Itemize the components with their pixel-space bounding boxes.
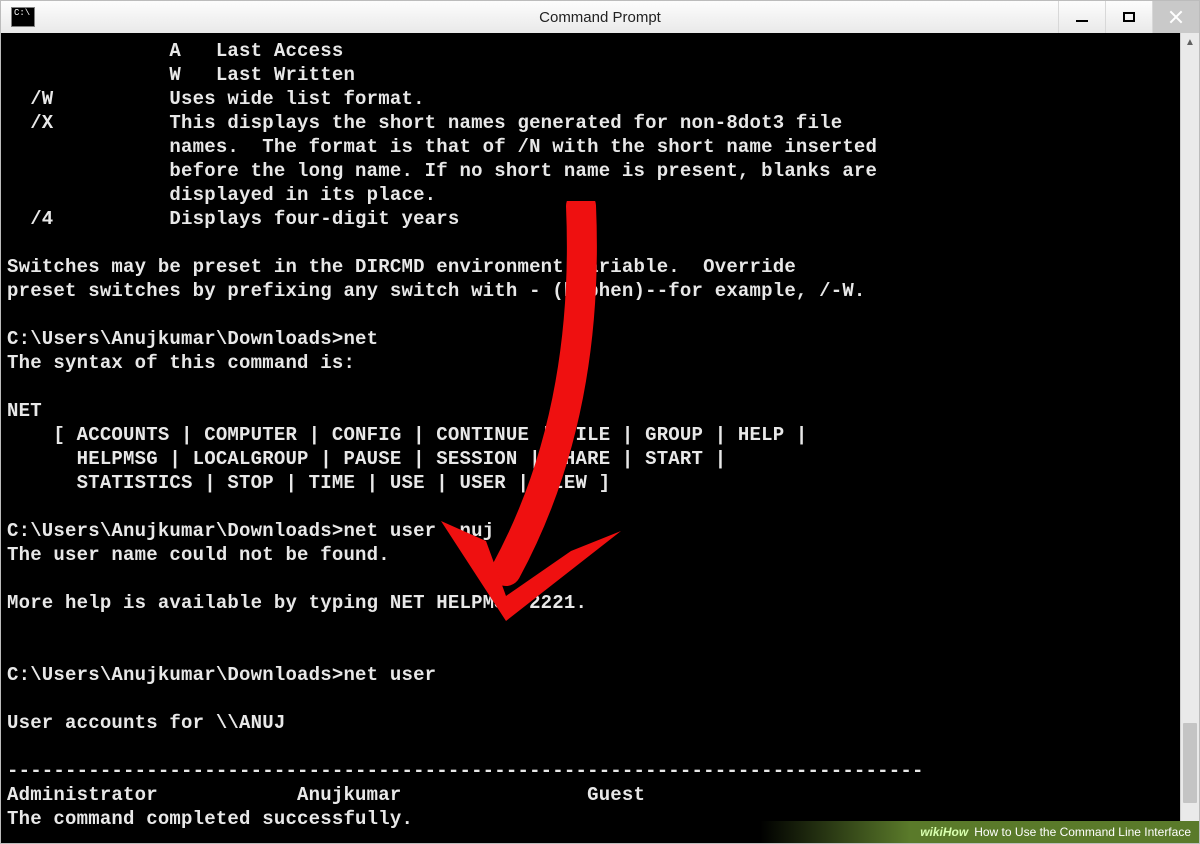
cmd-icon xyxy=(11,7,35,27)
client-area: A Last Access W Last Written /W Uses wid… xyxy=(1,33,1199,843)
titlebar[interactable]: Command Prompt xyxy=(1,1,1199,34)
maximize-icon xyxy=(1123,12,1135,22)
maximize-button[interactable] xyxy=(1105,1,1152,33)
caption-brand: wikiHow xyxy=(920,825,968,839)
scroll-up-arrow-icon[interactable]: ▲ xyxy=(1181,33,1199,51)
scroll-thumb[interactable] xyxy=(1183,723,1197,803)
vertical-scrollbar[interactable]: ▲ ▼ xyxy=(1180,33,1199,843)
caption-text: How to Use the Command Line Interface xyxy=(974,825,1191,839)
close-button[interactable] xyxy=(1152,1,1199,33)
close-icon xyxy=(1169,10,1183,24)
window-title: Command Prompt xyxy=(539,9,661,26)
minimize-button[interactable] xyxy=(1058,1,1105,33)
minimize-icon xyxy=(1076,20,1088,22)
wikihow-caption: wikiHow How to Use the Command Line Inter… xyxy=(760,821,1199,843)
command-prompt-window: Command Prompt A Last Access W Last Writ… xyxy=(0,0,1200,844)
terminal-output[interactable]: A Last Access W Last Written /W Uses wid… xyxy=(1,33,1180,843)
window-controls xyxy=(1058,1,1199,33)
